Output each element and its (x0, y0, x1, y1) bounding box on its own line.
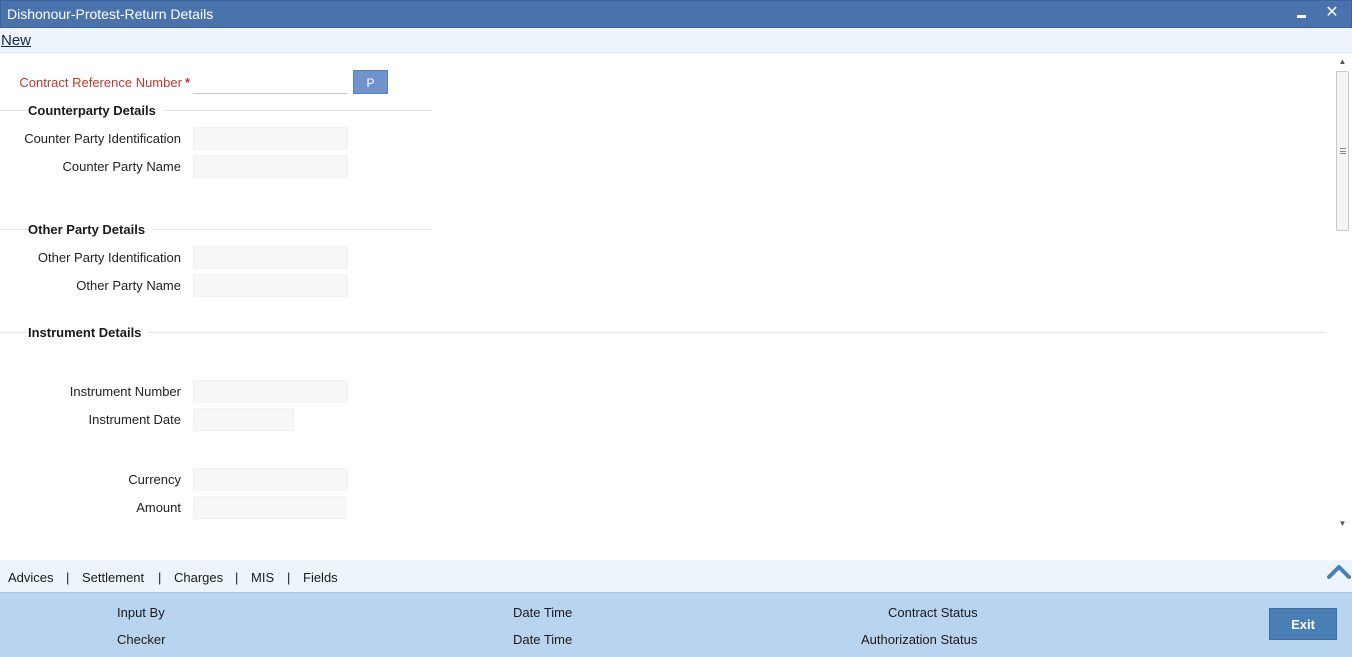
chevron-up-icon[interactable] (1327, 562, 1351, 582)
tab-fields[interactable]: Fields (303, 570, 338, 585)
instrument-section-title: Instrument Details (28, 325, 150, 340)
contract-reference-label-text: Contract Reference Number (19, 75, 182, 90)
tab-separator: | (235, 570, 239, 585)
other-party-identification-label: Other Party Identification (37, 250, 181, 265)
counterparty-identification-label: Counter Party Identification (24, 131, 181, 146)
other-party-name-label: Other Party Name (76, 278, 181, 293)
minimize-icon[interactable] (1292, 3, 1310, 23)
tab-separator: | (158, 570, 162, 585)
other-party-section-title: Other Party Details (28, 222, 154, 237)
instrument-divider (0, 332, 1324, 333)
required-marker: * (184, 75, 190, 90)
currency-label: Currency (128, 472, 181, 487)
other-party-name-field[interactable] (193, 274, 348, 297)
scroll-thumb[interactable] (1336, 71, 1349, 231)
instrument-date-field[interactable] (193, 408, 294, 431)
exit-button[interactable]: Exit (1269, 608, 1337, 640)
currency-field[interactable] (193, 468, 348, 491)
close-icon[interactable]: ✕ (1323, 3, 1341, 23)
checker-date-time-label: Date Time (513, 632, 573, 647)
populate-button[interactable]: P (353, 70, 388, 94)
tab-separator: | (66, 570, 70, 585)
instrument-number-label: Instrument Number (69, 384, 181, 399)
counterparty-name-label: Counter Party Name (62, 159, 182, 174)
main-content: Contract Reference Number * P Counterpart… (0, 53, 1352, 559)
tab-advices[interactable]: Advices (8, 570, 54, 585)
window-title: Dishonour-Protest-Return Details (7, 6, 214, 22)
audit-footer: Input By Checker Date Time Date Time Con… (0, 592, 1352, 657)
instrument-date-label: Instrument Date (88, 412, 182, 427)
window-titlebar: Dishonour-Protest-Return Details ✕ (0, 0, 1352, 28)
counterparty-section-title: Counterparty Details (28, 103, 164, 118)
contract-status-label: Contract Status (888, 605, 978, 620)
checker-label: Checker (117, 632, 166, 647)
contract-reference-label: Contract Reference Number * (19, 75, 190, 90)
amount-label: Amount (136, 500, 181, 515)
vertical-scrollbar[interactable]: ▲ ▼ (1334, 53, 1351, 533)
instrument-number-field[interactable] (193, 380, 348, 403)
counterparty-identification-field[interactable] (193, 127, 348, 150)
scroll-up-arrow-icon[interactable]: ▲ (1336, 56, 1349, 68)
new-link[interactable]: New (1, 32, 31, 49)
scroll-down-arrow-icon[interactable]: ▼ (1336, 518, 1349, 530)
tab-separator: | (287, 570, 291, 585)
input-date-time-label: Date Time (513, 605, 573, 620)
authorization-status-label: Authorization Status (861, 632, 978, 647)
amount-field[interactable] (193, 496, 346, 519)
scroll-grip-icon (1340, 148, 1346, 154)
contract-reference-input[interactable] (193, 71, 348, 94)
other-party-identification-field[interactable] (193, 246, 348, 269)
tab-settlement[interactable]: Settlement (82, 570, 144, 585)
counterparty-name-field[interactable] (193, 155, 348, 178)
tab-charges[interactable]: Charges (174, 570, 223, 585)
subsystem-tabbar: Advices | Settlement | Charges | MIS | F… (0, 560, 1352, 592)
input-by-label: Input By (117, 605, 165, 620)
tab-mis[interactable]: MIS (251, 570, 274, 585)
toolbar: New (0, 28, 1352, 53)
